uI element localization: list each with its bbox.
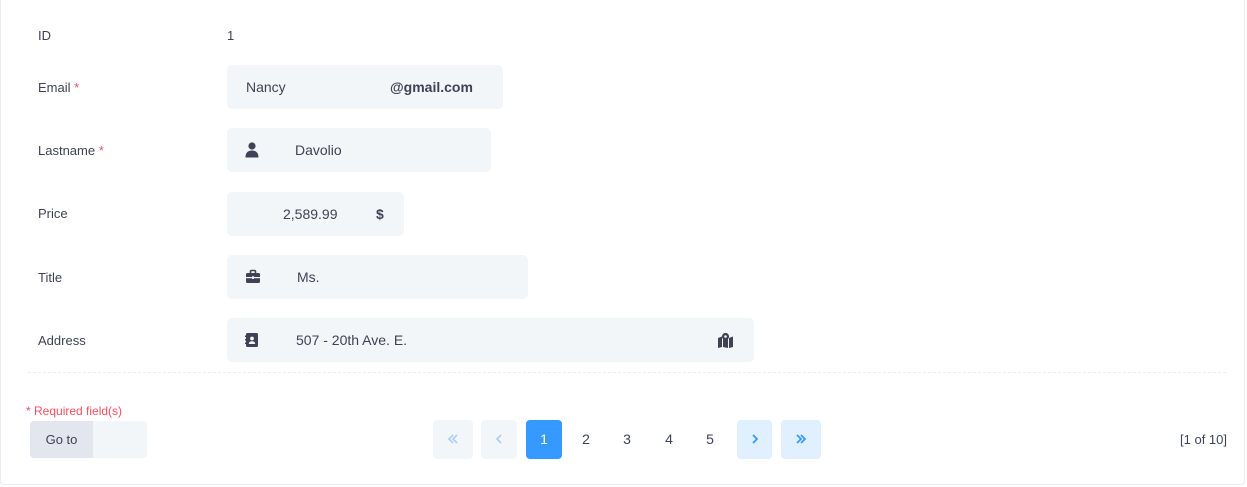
email-label: Email *	[38, 80, 79, 95]
required-fields-note: * Required field(s)	[26, 404, 123, 418]
contact-card-icon	[245, 332, 261, 348]
page-button-2[interactable]: 2	[568, 420, 604, 459]
title-input-value[interactable]: Ms.	[297, 255, 320, 299]
address-field[interactable]: 507 - 20th Ave. E.	[227, 318, 754, 362]
prev-page-button[interactable]	[481, 420, 517, 459]
email-field[interactable]: Nancy @gmail.com	[227, 65, 503, 109]
goto-button[interactable]: Go to	[30, 421, 93, 458]
currency-suffix: $	[376, 206, 384, 222]
next-page-button[interactable]	[737, 420, 772, 459]
form-panel	[0, 0, 1245, 485]
last-page-button[interactable]	[781, 420, 821, 459]
goto-page-input[interactable]	[93, 421, 147, 458]
price-label: Price	[38, 206, 68, 221]
lastname-label-text: Lastname	[38, 143, 96, 158]
lastname-input-value[interactable]: Davolio	[295, 128, 342, 172]
id-label: ID	[38, 28, 51, 43]
briefcase-icon	[245, 269, 261, 285]
first-page-button[interactable]	[433, 420, 473, 459]
email-input-value[interactable]: Nancy	[246, 65, 286, 109]
user-icon	[245, 142, 261, 158]
price-input-value[interactable]: 2,589.99	[283, 192, 338, 236]
lastname-field[interactable]: Davolio	[227, 128, 491, 172]
goto-group: Go to	[30, 421, 147, 458]
price-field[interactable]: 2,589.99 $	[227, 192, 404, 236]
required-asterisk: *	[74, 80, 80, 95]
email-domain-suffix: @gmail.com	[390, 79, 473, 95]
divider	[28, 372, 1226, 373]
page-button-1[interactable]: 1	[526, 420, 562, 459]
title-field[interactable]: Ms.	[227, 255, 528, 299]
page-button-3[interactable]: 3	[609, 420, 645, 459]
address-input-value[interactable]: 507 - 20th Ave. E.	[296, 318, 407, 362]
page-button-5[interactable]: 5	[692, 420, 728, 459]
map-marker-icon	[717, 332, 733, 348]
page-button-4[interactable]: 4	[651, 420, 687, 459]
address-label: Address	[38, 333, 86, 348]
lastname-label: Lastname *	[38, 143, 104, 158]
email-label-text: Email	[38, 80, 71, 95]
page-info: [1 of 10]	[1180, 432, 1227, 447]
required-asterisk: *	[98, 143, 104, 158]
title-label: Title	[38, 270, 63, 285]
id-value: 1	[227, 28, 235, 43]
